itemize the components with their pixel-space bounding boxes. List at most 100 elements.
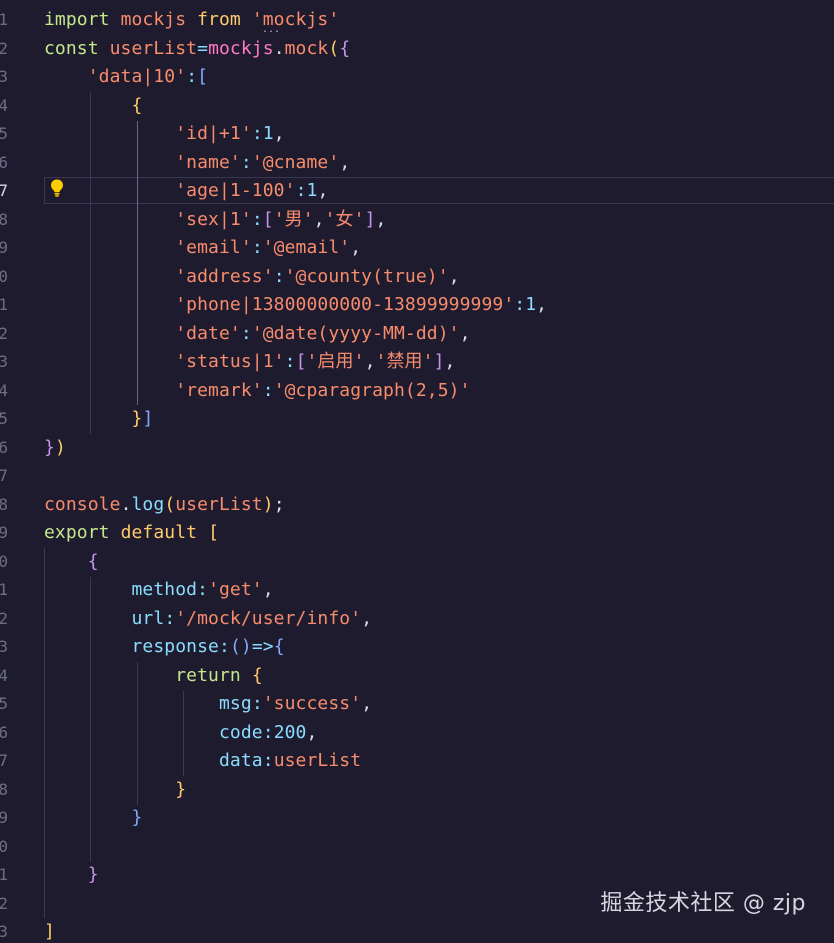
code-token: 'address' <box>44 265 274 287</box>
code-line[interactable]: 6 'name':'@cname', <box>0 149 834 178</box>
code-token: '@cname' <box>251 151 340 173</box>
code-token: ( <box>164 493 176 515</box>
code-line[interactable]: 8 'sex|1':['男','女'], <box>0 206 834 235</box>
code-token: => <box>251 636 274 657</box>
code-text: 'status|1':['启用','禁用'], <box>44 348 455 377</box>
code-text: } <box>44 804 142 833</box>
code-line[interactable]: 3] <box>0 918 834 943</box>
code-token: '@email' <box>262 237 351 258</box>
code-line[interactable]: 5 }] <box>0 405 834 434</box>
code-line[interactable]: 1 method:'get', <box>0 576 834 605</box>
line-number: 2 <box>0 38 8 58</box>
code-token: , <box>306 721 318 743</box>
code-token: ( <box>328 37 340 59</box>
code-token: : <box>284 351 296 372</box>
code-line[interactable]: 8 console.log(userList); <box>0 491 834 520</box>
code-line[interactable]: 4 'remark':'@cparagraph(2,5)' <box>0 377 834 406</box>
code-token: [ <box>197 66 209 87</box>
code-token: code <box>44 721 263 743</box>
line-number: 3 <box>0 352 8 371</box>
code-line[interactable]: 5 msg:'success', <box>0 690 834 719</box>
code-token: : <box>251 693 263 714</box>
code-line[interactable]: 7 <box>0 462 834 491</box>
code-line[interactable]: 6 code:200, <box>0 719 834 748</box>
code-line[interactable]: 2 url:'/mock/user/info', <box>0 605 834 634</box>
code-token: , <box>444 351 456 372</box>
code-line[interactable]: 7 data:userList <box>0 747 834 776</box>
code-line[interactable]: 3 'status|1':['启用','禁用'], <box>0 348 834 377</box>
code-line[interactable]: 4 return { <box>0 662 834 691</box>
code-line[interactable]: 5 'id|+1':1, <box>0 120 834 149</box>
code-line[interactable]: 1 'phone|13800000000-13899999999':1, <box>0 291 834 320</box>
code-token: '/mock/user/info' <box>175 607 362 629</box>
code-line[interactable]: 0 'address':'@county(true)', <box>0 263 834 292</box>
code-line[interactable]: 8 } <box>0 776 834 805</box>
line-number: 2 <box>0 608 8 628</box>
code-token: } <box>44 778 187 800</box>
code-text: } <box>44 861 99 890</box>
code-token: '禁用' <box>375 351 434 372</box>
code-line[interactable]: 4 { <box>0 92 834 121</box>
line-number: 9 <box>0 523 8 542</box>
code-token: { <box>273 636 285 657</box>
code-line[interactable]: 9 'email':'@email', <box>0 234 834 263</box>
code-token: { <box>44 94 143 116</box>
code-token: 'success' <box>262 693 362 714</box>
code-token: : <box>186 66 198 87</box>
code-token: '启用' <box>306 351 365 372</box>
code-line[interactable]: 9 export default [ <box>0 519 834 548</box>
line-number: 5 <box>0 409 8 428</box>
line-number: 4 <box>0 380 8 400</box>
code-token: , <box>361 693 373 714</box>
code-token: : <box>262 750 274 771</box>
code-line[interactable]: 0 { <box>0 548 834 577</box>
code-text: import mockjs from 'mockjs' <box>44 6 339 35</box>
code-text: 'id|+1':1, <box>44 120 285 149</box>
hint-dots: ... <box>262 24 281 35</box>
code-text: 'phone|13800000000-13899999999':1, <box>44 291 547 320</box>
code-editor[interactable]: 1 import mockjs from 'mockjs' 2 const userL… <box>0 0 834 943</box>
code-token: , <box>361 607 373 629</box>
line-number: 2 <box>0 323 8 343</box>
code-token: { <box>339 37 351 59</box>
code-token: 'phone|13800000000-13899999999' <box>44 294 515 315</box>
code-token: 1 <box>525 294 537 315</box>
code-line[interactable]: 2 'date':'@date(yyyy-MM-dd)', <box>0 320 834 349</box>
code-line[interactable]: 2 const userList=mockjs.mock({ <box>0 35 834 64</box>
line-number: 8 <box>0 209 8 229</box>
code-token: : <box>240 322 252 344</box>
code-token: : <box>251 123 263 144</box>
code-line[interactable]: 6}) <box>0 434 834 463</box>
code-token: } <box>44 408 143 429</box>
code-line[interactable]: 0 <box>0 833 834 862</box>
line-number: 4 <box>0 665 8 685</box>
code-line[interactable]: 1 import mockjs from 'mockjs' <box>0 6 834 35</box>
code-token: , <box>317 180 329 201</box>
code-token: userList <box>109 37 198 59</box>
code-token: method <box>44 579 198 600</box>
code-text: }] <box>44 405 153 434</box>
code-text: 'sex|1':['男','女'], <box>44 206 386 235</box>
code-line[interactable]: 7 'age|1-100':1, <box>0 177 834 206</box>
code-line[interactable]: 3 response:()=>{ <box>0 633 834 662</box>
code-line[interactable]: 9 } <box>0 804 834 833</box>
line-number: 0 <box>0 266 8 286</box>
code-token: default <box>120 522 209 543</box>
line-number: 8 <box>0 779 8 799</box>
code-token: response <box>44 636 219 657</box>
code-token: , <box>313 208 325 230</box>
lightbulb-icon[interactable] <box>50 179 64 197</box>
code-token: [ <box>262 208 274 230</box>
code-token: ) <box>54 436 66 458</box>
code-token: } <box>44 436 55 458</box>
code-token: : <box>262 721 274 743</box>
code-token: } <box>44 807 143 828</box>
code-token: userList <box>273 750 362 771</box>
code-token: : <box>240 151 252 173</box>
code-text: msg:'success', <box>44 690 372 719</box>
code-token: '女' <box>324 208 365 230</box>
line-number: 1 <box>0 295 8 314</box>
code-line[interactable]: 3 'data|10':[ <box>0 63 834 92</box>
code-token: userList <box>175 493 263 515</box>
code-token: , <box>364 351 376 372</box>
